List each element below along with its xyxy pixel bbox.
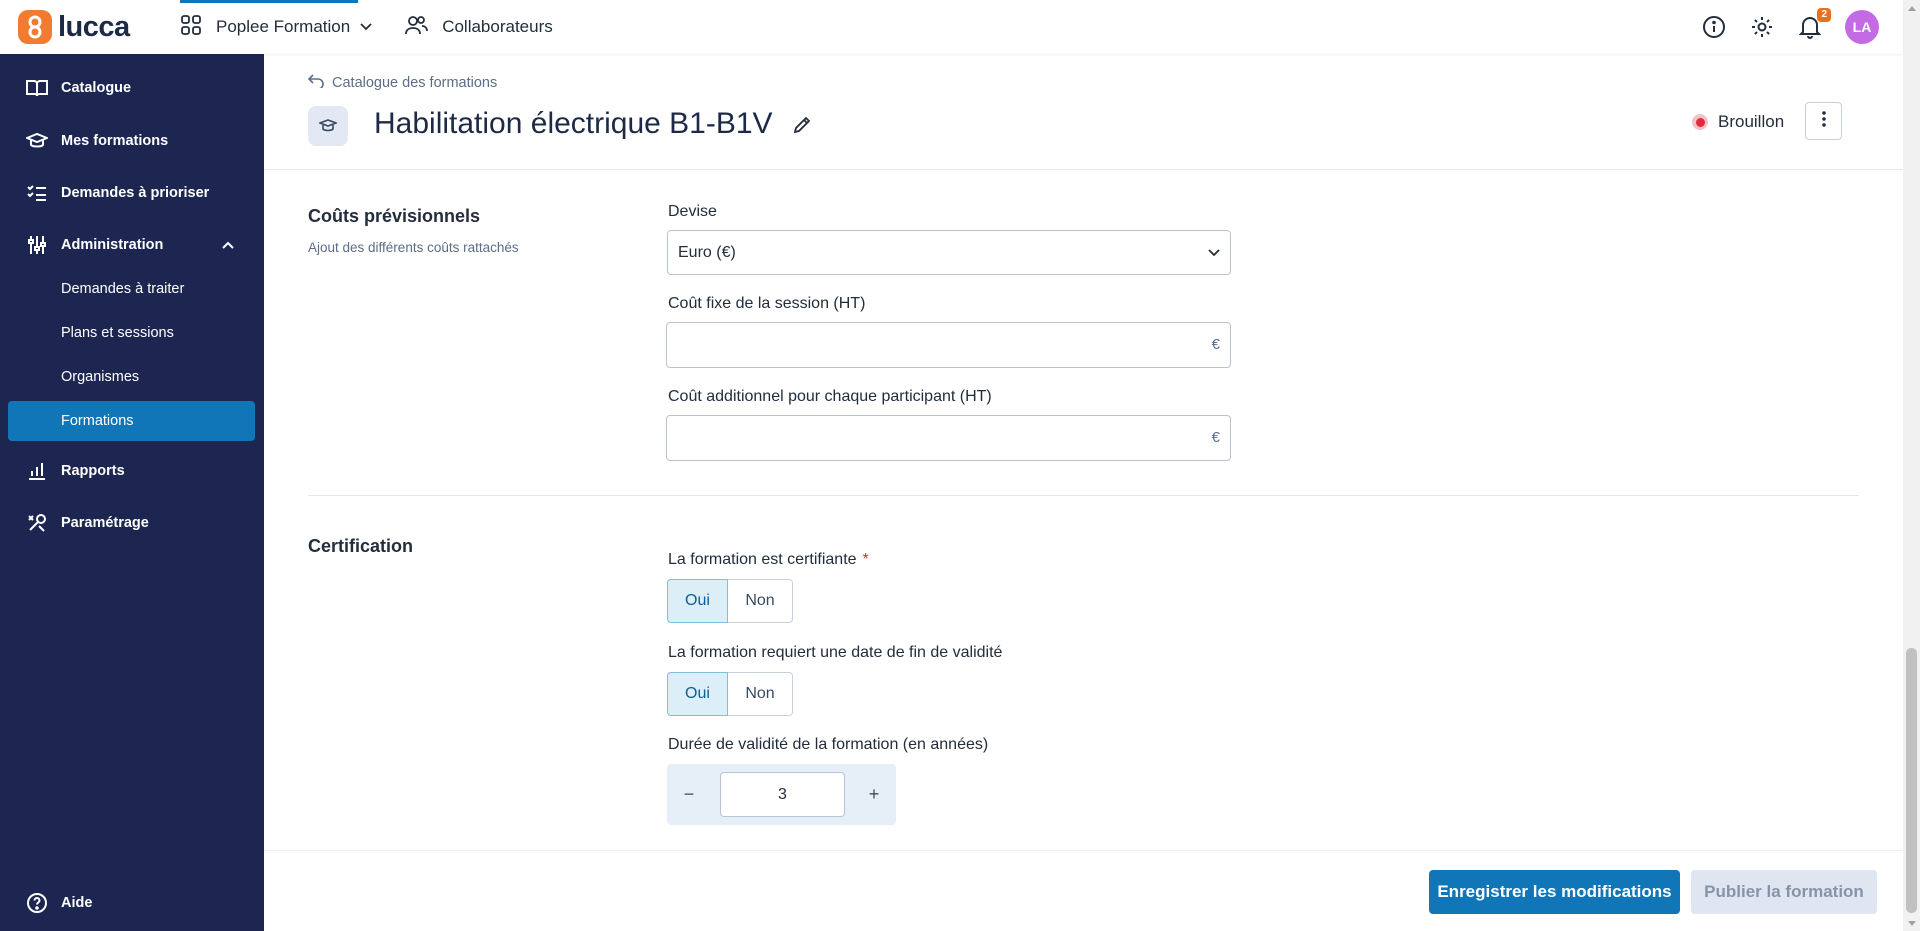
status-badge: Brouillon	[1692, 112, 1784, 132]
bar-chart-icon	[26, 460, 48, 482]
currency-select[interactable]: Euro (€)	[667, 230, 1231, 275]
gear-icon[interactable]	[1749, 14, 1775, 40]
currency-label: Devise	[668, 203, 717, 220]
sidebar-subitem-label: Formations	[61, 413, 134, 429]
certification-section-title: Certification	[308, 536, 414, 556]
page-header: Catalogue des formations Habilitation él…	[264, 54, 1903, 170]
increment-button[interactable]: +	[852, 764, 896, 825]
graduation-cap-icon	[26, 130, 48, 152]
logo-text: lucca	[58, 10, 130, 43]
page-title: Habilitation électrique B1-B1V	[374, 107, 773, 140]
publish-button[interactable]: Publier la formation	[1691, 870, 1877, 914]
sidebar-subitem-demandes-a-traiter[interactable]: Demandes à traiter	[8, 269, 255, 309]
apps-grid-icon	[180, 14, 202, 41]
certifying-yes-option[interactable]: Oui	[667, 579, 728, 623]
chevron-up-icon	[222, 236, 234, 254]
sidebar-subitem-label: Plans et sessions	[61, 325, 174, 341]
scroll-down-arrow-icon[interactable]	[1903, 915, 1920, 931]
decrement-button[interactable]: −	[667, 764, 711, 825]
collaborators-label: Collaborateurs	[442, 17, 553, 36]
bell-icon[interactable]: 2	[1797, 8, 1831, 40]
fixed-cost-input[interactable]	[667, 323, 1187, 367]
active-app-indicator	[180, 0, 358, 3]
collaborators-link[interactable]: Collaborateurs	[404, 14, 553, 41]
avatar[interactable]: LA	[1845, 10, 1879, 44]
main-content: Catalogue des formations Habilitation él…	[264, 54, 1903, 931]
currency-suffix: €	[1211, 336, 1220, 353]
duration-input[interactable]	[720, 772, 845, 817]
duration-label: Durée de validité de la formation (en an…	[668, 736, 989, 753]
sidebar-item-demandes-a-prioriser[interactable]: Demandes à prioriser	[0, 174, 264, 212]
certifying-label: La formation est certifiante *	[668, 551, 869, 569]
additional-cost-label: Coût additionnel pour chaque participant…	[668, 388, 992, 405]
status-label: Brouillon	[1718, 112, 1785, 131]
scroll-up-arrow-icon[interactable]	[1903, 0, 1920, 16]
sidebar-item-aide[interactable]: Aide	[0, 884, 264, 922]
app-switcher-label: Poplee Formation	[216, 17, 351, 36]
certifying-no-option[interactable]: Non	[728, 579, 793, 623]
chevron-down-icon	[1208, 244, 1220, 262]
lucca-logo[interactable]: lucca	[18, 10, 158, 44]
fixed-cost-field[interactable]: €	[666, 322, 1231, 368]
sidebar-item-parametrage[interactable]: Paramétrage	[0, 504, 264, 542]
users-icon	[404, 14, 429, 41]
tools-icon	[26, 512, 48, 534]
sidebar-item-mes-formations[interactable]: Mes formations	[0, 122, 264, 160]
app-switcher[interactable]: Poplee Formation	[172, 0, 380, 54]
sliders-icon	[26, 234, 48, 256]
section-divider	[308, 495, 1859, 496]
sidebar-subitem-formations[interactable]: Formations	[8, 401, 255, 441]
sidebar-item-label: Paramétrage	[61, 515, 149, 531]
sidebar: Catalogue Mes formations Demandes à prio…	[0, 54, 264, 931]
currency-value: Euro (€)	[678, 243, 736, 261]
action-footer: Enregistrer les modifications Publier la…	[264, 850, 1903, 931]
sidebar-item-label: Catalogue	[61, 80, 132, 96]
end-date-toggle: Oui Non	[667, 672, 793, 716]
top-bar: lucca Poplee Formation Collaborateurs 2 …	[0, 0, 1903, 54]
sidebar-subitem-plans-et-sessions[interactable]: Plans et sessions	[8, 313, 255, 353]
book-icon	[26, 77, 48, 99]
additional-cost-input[interactable]	[667, 416, 1187, 460]
more-options-button[interactable]	[1805, 102, 1842, 140]
sidebar-item-catalogue[interactable]: Catalogue	[0, 54, 264, 122]
end-date-no-option[interactable]: Non	[728, 672, 793, 716]
course-icon	[308, 106, 348, 146]
sidebar-item-label: Mes formations	[61, 133, 169, 149]
costs-section-title: Coûts prévisionnels	[308, 206, 481, 226]
lucca-logo-icon	[18, 10, 52, 44]
end-date-label: La formation requiert une date de fin de…	[668, 644, 1003, 661]
sidebar-item-rapports[interactable]: Rapports	[0, 452, 264, 490]
status-dot	[1692, 114, 1708, 130]
sidebar-subitem-label: Organismes	[61, 369, 140, 385]
sidebar-item-label: Demandes à prioriser	[61, 185, 210, 201]
additional-cost-field[interactable]: €	[666, 415, 1231, 461]
currency-suffix: €	[1211, 429, 1220, 446]
notification-badge: 2	[1817, 8, 1831, 22]
scroll-thumb[interactable]	[1906, 648, 1917, 913]
help-icon	[26, 892, 48, 914]
breadcrumb-label: Catalogue des formations	[332, 75, 498, 91]
pencil-icon[interactable]	[793, 116, 811, 139]
sidebar-item-label: Rapports	[61, 463, 125, 479]
back-arrow-icon	[307, 74, 324, 92]
end-date-yes-option[interactable]: Oui	[667, 672, 728, 716]
breadcrumb[interactable]: Catalogue des formations	[307, 74, 498, 92]
chevron-down-icon	[360, 18, 372, 36]
duration-stepper: − +	[667, 764, 896, 825]
sidebar-subitem-label: Demandes à traiter	[61, 281, 185, 297]
save-button[interactable]: Enregistrer les modifications	[1429, 870, 1680, 914]
fixed-cost-label: Coût fixe de la session (HT)	[668, 295, 866, 312]
certifying-toggle: Oui Non	[667, 579, 793, 623]
required-mark: *	[862, 551, 869, 568]
sidebar-item-label: Aide	[61, 895, 93, 911]
more-vertical-icon	[1821, 110, 1826, 132]
costs-section-subtitle: Ajout des différents coûts rattachés	[308, 240, 519, 255]
sidebar-subitem-organismes[interactable]: Organismes	[8, 357, 255, 397]
sidebar-item-label: Administration	[61, 237, 164, 253]
checklist-icon	[26, 182, 48, 204]
certifying-label-text: La formation est certifiante	[668, 551, 857, 568]
info-icon[interactable]	[1701, 14, 1727, 40]
scrollbar[interactable]	[1903, 0, 1920, 931]
sidebar-item-administration[interactable]: Administration	[0, 226, 264, 264]
